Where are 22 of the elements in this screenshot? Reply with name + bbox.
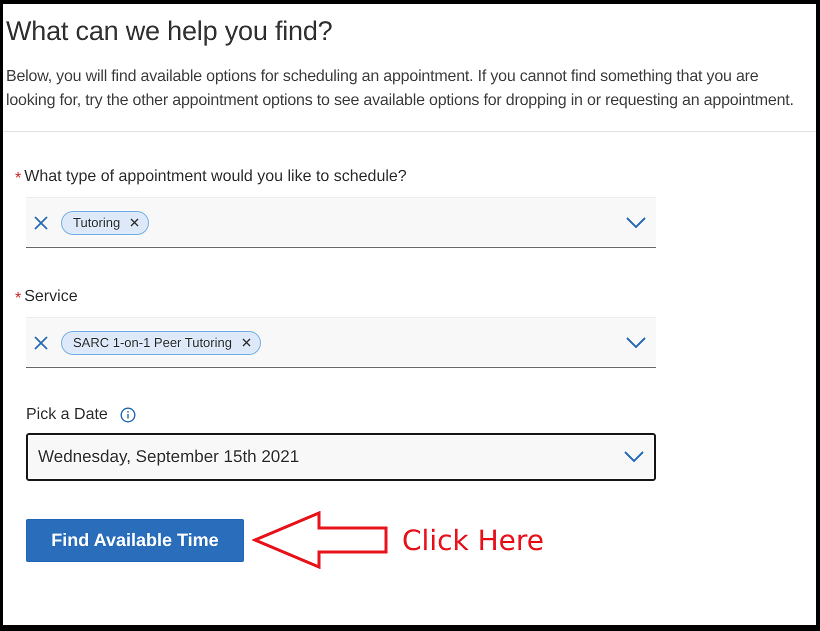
field-label: Service: [24, 288, 78, 306]
chevron-down-icon[interactable]: [626, 336, 646, 348]
field-label: Pick a Date: [26, 406, 108, 424]
page-heading: What can we help you find?: [6, 16, 334, 47]
required-mark: *: [15, 170, 22, 188]
chevron-down-icon[interactable]: [624, 451, 644, 463]
callout-text: Click Here: [402, 524, 544, 556]
chevron-down-icon[interactable]: [626, 216, 646, 228]
clear-icon[interactable]: [34, 216, 48, 230]
selected-tag[interactable]: SARC 1-on-1 Peer Tutoring: [61, 330, 261, 354]
selected-tag[interactable]: Tutoring: [61, 210, 150, 234]
field-label: What type of appointment would you like to schedule?: [24, 168, 407, 186]
info-icon[interactable]: [120, 407, 136, 423]
multiselect-field[interactable]: Tutoring: [26, 197, 656, 248]
date-select[interactable]: Wednesday, September 15th 2021: [26, 433, 656, 481]
remove-tag-icon[interactable]: [242, 338, 251, 346]
required-mark: *: [15, 290, 22, 308]
find-available-time-button[interactable]: Find Available Time: [26, 518, 244, 562]
remove-tag-icon[interactable]: [130, 218, 140, 226]
clear-icon[interactable]: [34, 336, 48, 350]
multiselect-field[interactable]: SARC 1-on-1 Peer Tutoring: [26, 317, 656, 368]
intro-text: Below, you will find available options for scheduling an appointment. If you cannot find something that you are looking for, try the other appointment options to see available options for dropping in or requesting an appointment.: [6, 67, 795, 111]
